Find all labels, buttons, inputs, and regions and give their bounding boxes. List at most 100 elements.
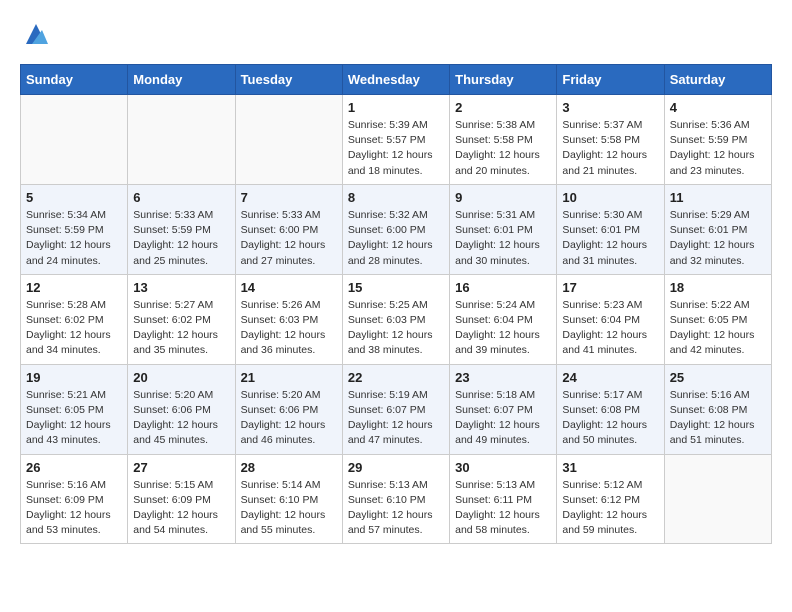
calendar-cell: 19 Sunrise: 5:21 AMSunset: 6:05 PMDayligh…	[21, 364, 128, 454]
calendar-cell: 29Sunrise: 5:13 AMSunset: 6:10 PMDayligh…	[342, 454, 449, 544]
day-info: Sunrise: 5:36 AMSunset: 5:59 PMDaylight:…	[670, 118, 766, 179]
col-header-monday: Monday	[128, 65, 235, 95]
col-header-tuesday: Tuesday	[235, 65, 342, 95]
calendar-week-2: 5 Sunrise: 5:34 AMSunset: 5:59 PMDaylight…	[21, 184, 772, 274]
day-info: Sunrise: 5:25 AMSunset: 6:03 PMDaylight:…	[348, 298, 444, 359]
day-info: Sunrise: 5:23 AMSunset: 6:04 PMDaylight:…	[562, 298, 658, 359]
calendar-cell: 27 Sunrise: 5:15 AMSunset: 6:09 PMDayligh…	[128, 454, 235, 544]
day-info: Sunrise: 5:30 AMSunset: 6:01 PMDaylight:…	[562, 208, 658, 269]
day-number: 18	[670, 280, 766, 295]
calendar-cell: 22 Sunrise: 5:19 AMSunset: 6:07 PMDayligh…	[342, 364, 449, 454]
day-number: 10	[562, 190, 658, 205]
day-info: Sunrise: 5:20 AMSunset: 6:06 PMDaylight:…	[133, 388, 229, 449]
day-number: 30	[455, 460, 551, 475]
page: SundayMondayTuesdayWednesdayThursdayFrid…	[0, 0, 792, 564]
day-number: 28	[241, 460, 337, 475]
calendar-cell	[235, 95, 342, 185]
day-info: Sunrise: 5:38 AMSunset: 5:58 PMDaylight:…	[455, 118, 551, 179]
calendar-cell: 23Sunrise: 5:18 AMSunset: 6:07 PMDayligh…	[450, 364, 557, 454]
day-info: Sunrise: 5:27 AMSunset: 6:02 PMDaylight:…	[133, 298, 229, 359]
calendar-cell: 13Sunrise: 5:27 AMSunset: 6:02 PMDayligh…	[128, 274, 235, 364]
day-number: 6	[133, 190, 229, 205]
calendar-cell: 1 Sunrise: 5:39 AMSunset: 5:57 PMDaylight…	[342, 95, 449, 185]
calendar-cell: 9 Sunrise: 5:31 AMSunset: 6:01 PMDaylight…	[450, 184, 557, 274]
calendar-cell	[21, 95, 128, 185]
calendar-week-3: 12 Sunrise: 5:28 AMSunset: 6:02 PMDayligh…	[21, 274, 772, 364]
calendar-cell: 18 Sunrise: 5:22 AMSunset: 6:05 PMDayligh…	[664, 274, 771, 364]
calendar-cell: 11 Sunrise: 5:29 AMSunset: 6:01 PMDayligh…	[664, 184, 771, 274]
calendar-cell: 14Sunrise: 5:26 AMSunset: 6:03 PMDayligh…	[235, 274, 342, 364]
day-number: 31	[562, 460, 658, 475]
calendar-cell: 10 Sunrise: 5:30 AMSunset: 6:01 PMDayligh…	[557, 184, 664, 274]
header	[20, 20, 772, 48]
calendar-cell	[664, 454, 771, 544]
calendar-cell: 8 Sunrise: 5:32 AMSunset: 6:00 PMDaylight…	[342, 184, 449, 274]
day-info: Sunrise: 5:12 AMSunset: 6:12 PMDaylight:…	[562, 478, 658, 539]
calendar: SundayMondayTuesdayWednesdayThursdayFrid…	[20, 64, 772, 544]
day-number: 1	[348, 100, 444, 115]
calendar-cell: 3 Sunrise: 5:37 AMSunset: 5:58 PMDaylight…	[557, 95, 664, 185]
calendar-cell: 7Sunrise: 5:33 AMSunset: 6:00 PMDaylight…	[235, 184, 342, 274]
calendar-cell: 5 Sunrise: 5:34 AMSunset: 5:59 PMDaylight…	[21, 184, 128, 274]
day-info: Sunrise: 5:24 AMSunset: 6:04 PMDaylight:…	[455, 298, 551, 359]
day-info: Sunrise: 5:20 AMSunset: 6:06 PMDaylight:…	[241, 388, 337, 449]
day-number: 7	[241, 190, 337, 205]
calendar-cell: 15 Sunrise: 5:25 AMSunset: 6:03 PMDayligh…	[342, 274, 449, 364]
day-info: Sunrise: 5:14 AMSunset: 6:10 PMDaylight:…	[241, 478, 337, 539]
day-number: 20	[133, 370, 229, 385]
day-info: Sunrise: 5:22 AMSunset: 6:05 PMDaylight:…	[670, 298, 766, 359]
calendar-cell: 20 Sunrise: 5:20 AMSunset: 6:06 PMDayligh…	[128, 364, 235, 454]
col-header-sunday: Sunday	[21, 65, 128, 95]
day-number: 27	[133, 460, 229, 475]
col-header-wednesday: Wednesday	[342, 65, 449, 95]
day-info: Sunrise: 5:16 AMSunset: 6:08 PMDaylight:…	[670, 388, 766, 449]
day-number: 3	[562, 100, 658, 115]
calendar-cell: 26Sunrise: 5:16 AMSunset: 6:09 PMDayligh…	[21, 454, 128, 544]
day-number: 22	[348, 370, 444, 385]
day-info: Sunrise: 5:33 AMSunset: 5:59 PMDaylight:…	[133, 208, 229, 269]
logo	[20, 20, 50, 48]
calendar-week-4: 19 Sunrise: 5:21 AMSunset: 6:05 PMDayligh…	[21, 364, 772, 454]
day-info: Sunrise: 5:18 AMSunset: 6:07 PMDaylight:…	[455, 388, 551, 449]
day-number: 17	[562, 280, 658, 295]
day-info: Sunrise: 5:21 AMSunset: 6:05 PMDaylight:…	[26, 388, 122, 449]
day-number: 14	[241, 280, 337, 295]
day-info: Sunrise: 5:13 AMSunset: 6:11 PMDaylight:…	[455, 478, 551, 539]
day-info: Sunrise: 5:39 AMSunset: 5:57 PMDaylight:…	[348, 118, 444, 179]
day-number: 8	[348, 190, 444, 205]
day-info: Sunrise: 5:29 AMSunset: 6:01 PMDaylight:…	[670, 208, 766, 269]
calendar-cell: 4 Sunrise: 5:36 AMSunset: 5:59 PMDaylight…	[664, 95, 771, 185]
day-info: Sunrise: 5:15 AMSunset: 6:09 PMDaylight:…	[133, 478, 229, 539]
day-number: 16	[455, 280, 551, 295]
calendar-cell: 24 Sunrise: 5:17 AMSunset: 6:08 PMDayligh…	[557, 364, 664, 454]
calendar-cell	[128, 95, 235, 185]
calendar-cell: 2Sunrise: 5:38 AMSunset: 5:58 PMDaylight…	[450, 95, 557, 185]
day-number: 19	[26, 370, 122, 385]
day-info: Sunrise: 5:31 AMSunset: 6:01 PMDaylight:…	[455, 208, 551, 269]
day-number: 9	[455, 190, 551, 205]
day-number: 25	[670, 370, 766, 385]
calendar-week-1: 1 Sunrise: 5:39 AMSunset: 5:57 PMDaylight…	[21, 95, 772, 185]
day-info: Sunrise: 5:28 AMSunset: 6:02 PMDaylight:…	[26, 298, 122, 359]
calendar-cell: 25 Sunrise: 5:16 AMSunset: 6:08 PMDayligh…	[664, 364, 771, 454]
calendar-cell: 21Sunrise: 5:20 AMSunset: 6:06 PMDayligh…	[235, 364, 342, 454]
day-number: 26	[26, 460, 122, 475]
calendar-cell: 12 Sunrise: 5:28 AMSunset: 6:02 PMDayligh…	[21, 274, 128, 364]
day-number: 15	[348, 280, 444, 295]
day-number: 12	[26, 280, 122, 295]
day-info: Sunrise: 5:13 AMSunset: 6:10 PMDaylight:…	[348, 478, 444, 539]
day-info: Sunrise: 5:34 AMSunset: 5:59 PMDaylight:…	[26, 208, 122, 269]
calendar-cell: 17 Sunrise: 5:23 AMSunset: 6:04 PMDayligh…	[557, 274, 664, 364]
calendar-cell: 28 Sunrise: 5:14 AMSunset: 6:10 PMDayligh…	[235, 454, 342, 544]
day-number: 5	[26, 190, 122, 205]
day-info: Sunrise: 5:37 AMSunset: 5:58 PMDaylight:…	[562, 118, 658, 179]
day-info: Sunrise: 5:32 AMSunset: 6:00 PMDaylight:…	[348, 208, 444, 269]
day-number: 11	[670, 190, 766, 205]
calendar-cell: 6 Sunrise: 5:33 AMSunset: 5:59 PMDaylight…	[128, 184, 235, 274]
calendar-cell: 30 Sunrise: 5:13 AMSunset: 6:11 PMDayligh…	[450, 454, 557, 544]
day-info: Sunrise: 5:19 AMSunset: 6:07 PMDaylight:…	[348, 388, 444, 449]
day-info: Sunrise: 5:17 AMSunset: 6:08 PMDaylight:…	[562, 388, 658, 449]
day-number: 4	[670, 100, 766, 115]
calendar-cell: 31 Sunrise: 5:12 AMSunset: 6:12 PMDayligh…	[557, 454, 664, 544]
day-number: 24	[562, 370, 658, 385]
